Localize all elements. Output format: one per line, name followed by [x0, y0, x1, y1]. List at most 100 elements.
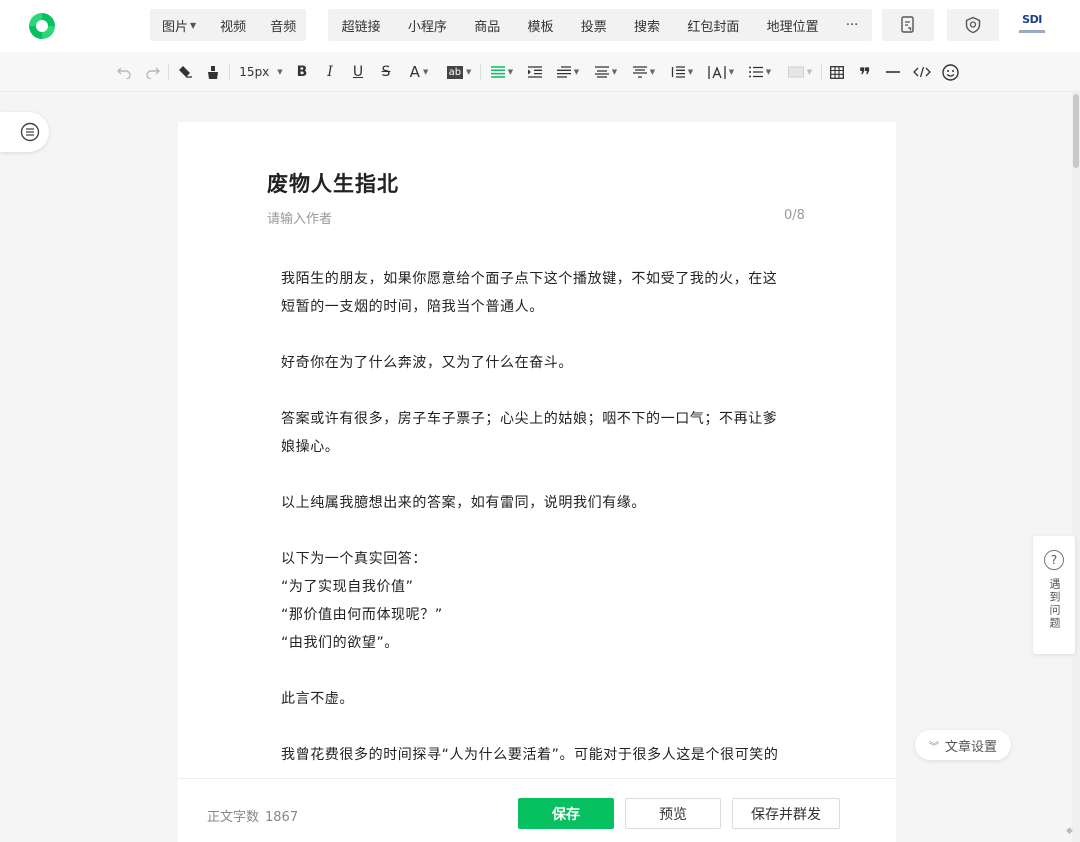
- line-height-button[interactable]: ▼: [667, 52, 697, 92]
- insert-vote-button[interactable]: 投票: [569, 9, 619, 41]
- emoji-button[interactable]: [940, 52, 960, 92]
- chevron-down-icon: ▼: [649, 68, 656, 76]
- font-size-select[interactable]: 15px ▼: [236, 52, 286, 92]
- undo-button[interactable]: [114, 52, 134, 92]
- empty-line: [281, 461, 801, 489]
- save-button[interactable]: 保存: [518, 798, 614, 829]
- chevron-down-icon: ▼: [277, 68, 283, 76]
- empty-line: [281, 713, 801, 741]
- document-import-button[interactable]: [882, 9, 934, 41]
- letter-spacing-icon: [708, 65, 726, 79]
- format-toolbar: 15px ▼ B I U S A ▼ ab ▼ ▼ ▼ ▼ ▼ ▼ ▼ ▼ ▼ …: [0, 52, 1080, 92]
- body-line: 短暂的一支烟的时间，陪我当个普通人。: [281, 299, 544, 315]
- wechat-logo-icon[interactable]: [26, 10, 58, 42]
- list-icon: [748, 66, 763, 78]
- divider-button[interactable]: [883, 52, 903, 92]
- author-input[interactable]: 请输入作者: [267, 208, 332, 227]
- table-icon: [830, 65, 844, 79]
- font-color-button[interactable]: A ▼: [404, 52, 434, 92]
- code-button[interactable]: [911, 52, 933, 92]
- insert-audio-button[interactable]: 音频: [258, 9, 308, 41]
- body-line: 此言不虚。: [281, 691, 354, 707]
- help-label: 遇到问题: [1048, 578, 1061, 630]
- page-scrollbar-thumb[interactable]: [1073, 94, 1079, 168]
- insert-search-button[interactable]: 搜索: [622, 9, 672, 41]
- quote-button[interactable]: ❞: [855, 52, 875, 92]
- bottom-action-bar: 正文字数 1867 保存 预览 保存并群发: [178, 778, 896, 842]
- spacing-before-icon: [594, 66, 609, 78]
- body-line: 我陌生的朋友，如果你愿意给个面子点下这个播放键，不如受了我的火，在这: [281, 271, 778, 287]
- page-scrollbar-track[interactable]: [1072, 92, 1080, 842]
- redo-icon: [145, 67, 160, 79]
- body-line: “为了实现自我价值”: [281, 579, 414, 595]
- border-icon: [787, 66, 804, 78]
- background-color-button[interactable]: ab ▼: [444, 52, 474, 92]
- insert-product-button[interactable]: 商品: [462, 9, 512, 41]
- body-line: “由我们的欲望”。: [281, 635, 399, 651]
- format-painter-icon: [208, 65, 218, 79]
- spacing-before-button[interactable]: ▼: [591, 52, 621, 92]
- help-button[interactable]: ? 遇到问题: [1033, 536, 1075, 654]
- chevron-down-icon: ▼: [466, 68, 472, 76]
- account-avatar[interactable]: SDI: [1018, 13, 1046, 37]
- empty-line: [281, 321, 801, 349]
- eraser-icon: [179, 66, 192, 78]
- article-body[interactable]: 我陌生的朋友，如果你愿意给个面子点下这个播放键，不如受了我的火，在这 短暂的一支烟…: [281, 265, 801, 769]
- body-line: “那价值由何而体现呢？”: [281, 607, 443, 623]
- empty-line: [281, 517, 801, 545]
- document-icon: [901, 16, 914, 33]
- chevron-down-icon: ▼: [611, 68, 618, 76]
- code-icon: [913, 66, 931, 78]
- first-line-indent-icon: [556, 66, 571, 78]
- preview-button[interactable]: 预览: [625, 798, 721, 829]
- word-count: 正文字数 1867: [207, 810, 299, 825]
- article-settings-button[interactable]: ︾ 文章设置: [915, 730, 1011, 760]
- content-insert-group: 超链接 小程序 商品 模板 投票 搜索 红包封面 地理位置 ···: [328, 9, 872, 41]
- quote-icon: ❞: [859, 63, 871, 87]
- divider-icon: [886, 71, 900, 73]
- bold-button[interactable]: B: [292, 52, 312, 92]
- insert-image-button[interactable]: 图片 ▼: [150, 9, 208, 41]
- chevron-down-icon: ▼: [507, 68, 514, 76]
- body-line: 以下为一个真实回答：: [281, 551, 427, 567]
- emoji-icon: [941, 63, 959, 81]
- article-title-input[interactable]: 废物人生指北: [267, 168, 399, 198]
- insert-miniprogram-button[interactable]: 小程序: [396, 9, 459, 41]
- letter-spacing-button[interactable]: ▼: [705, 52, 737, 92]
- body-line: 好奇你在为了什么奔波，又为了什么在奋斗。: [281, 355, 573, 371]
- editor-area[interactable]: 废物人生指北 请输入作者 0/8 我陌生的朋友，如果你愿意给个面子点下这个播放键…: [178, 122, 896, 778]
- strikethrough-button[interactable]: S: [376, 52, 396, 92]
- chevron-down-icon: ▼: [806, 68, 813, 76]
- chevron-down-icon: ▼: [687, 68, 694, 76]
- spacing-after-icon: [632, 66, 647, 78]
- insert-hyperlink-button[interactable]: 超链接: [330, 9, 393, 41]
- undo-icon: [116, 67, 131, 79]
- question-icon: ?: [1044, 550, 1064, 570]
- insert-template-button[interactable]: 模板: [515, 9, 565, 41]
- underline-button[interactable]: U: [348, 52, 368, 92]
- insert-video-button[interactable]: 视频: [208, 9, 258, 41]
- clear-format-button[interactable]: [175, 52, 195, 92]
- spacing-after-button[interactable]: ▼: [629, 52, 659, 92]
- empty-line: [281, 377, 801, 405]
- italic-button[interactable]: I: [320, 52, 340, 92]
- align-button[interactable]: ▼: [487, 52, 517, 92]
- indent-button[interactable]: [525, 52, 545, 92]
- insert-red-envelope-cover-button[interactable]: 红包封面: [675, 9, 751, 41]
- body-line: 答案或许有很多，房子车子票子；心尖上的姑娘；咽不下的一口气；不再让爹: [281, 411, 778, 427]
- chevron-down-icon: ▼: [765, 68, 772, 76]
- list-button[interactable]: ▼: [745, 52, 775, 92]
- border-style-button[interactable]: ▼: [785, 52, 815, 92]
- originality-protection-button[interactable]: [947, 9, 999, 41]
- insert-location-button[interactable]: 地理位置: [755, 9, 831, 41]
- format-painter-button[interactable]: [203, 52, 223, 92]
- redo-button[interactable]: [142, 52, 162, 92]
- insert-table-button[interactable]: [827, 52, 847, 92]
- save-and-send-button[interactable]: 保存并群发: [732, 798, 840, 829]
- more-options-button[interactable]: ···: [834, 9, 870, 41]
- chevron-down-icon: ▼: [573, 68, 580, 76]
- list-circle-icon: [20, 122, 39, 142]
- body-line: 以上纯属我臆想出来的答案，如有雷同，说明我们有缘。: [281, 495, 646, 511]
- first-line-indent-button[interactable]: ▼: [553, 52, 583, 92]
- outline-toggle-button[interactable]: [0, 112, 49, 152]
